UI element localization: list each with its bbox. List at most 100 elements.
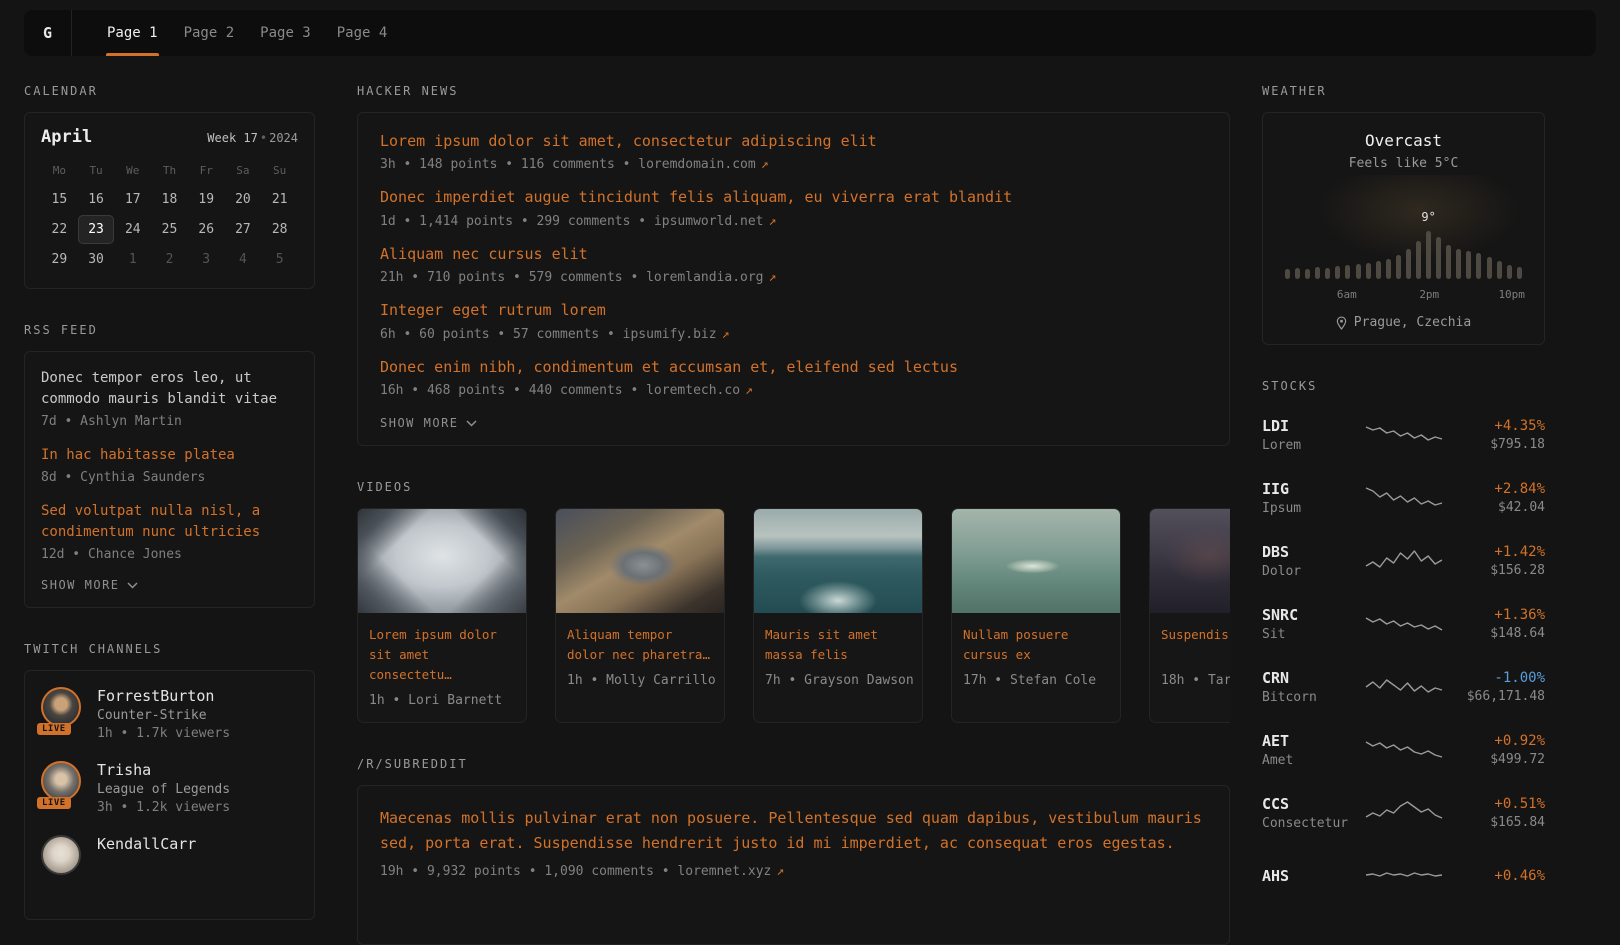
stock-row[interactable]: IIGIpsum+2.84%$42.04	[1262, 466, 1545, 529]
hackernews-item-title[interactable]: Integer eget rutrum lorem	[380, 300, 1207, 320]
video-card[interactable]: Suspendisse diam18h • Tara	[1149, 508, 1230, 723]
weather-bar	[1456, 249, 1461, 279]
calendar-widget: CALENDAR April Week 17•2024 MoTuWeThFrSa…	[24, 84, 315, 289]
twitch-channel-info: TrishaLeague of Legends3h • 1.2k viewers	[97, 761, 230, 815]
nav-tab-page-1[interactable]: Page 1	[94, 10, 171, 56]
weather-bar-column	[1406, 249, 1411, 279]
video-card[interactable]: Lorem ipsum dolor sit amet consectetu…1h…	[357, 508, 527, 723]
twitch-channel-item[interactable]: KendallCarr	[41, 835, 298, 883]
weather-bar-column	[1476, 253, 1481, 279]
stock-row[interactable]: AETAmet+0.92%$499.72	[1262, 718, 1545, 781]
nav-tab-page-2[interactable]: Page 2	[171, 10, 248, 56]
left-column: CALENDAR April Week 17•2024 MoTuWeThFrSa…	[24, 56, 315, 920]
nav-tab-page-3[interactable]: Page 3	[247, 10, 324, 56]
stock-sparkline	[1354, 735, 1453, 765]
hackernews-item-domain[interactable]: loremlandia.org	[646, 270, 763, 285]
hackernews-item-domain[interactable]: loremdomain.com	[638, 157, 755, 172]
weather-bar	[1406, 249, 1411, 279]
twitch-channel-item[interactable]: LIVEForrestBurtonCounter-Strike1h • 1.7k…	[41, 687, 298, 741]
rss-item-title[interactable]: In hac habitasse platea	[41, 445, 298, 466]
stock-sparkline-svg	[1365, 609, 1443, 639]
weather-bar	[1376, 261, 1381, 279]
weather-bar	[1507, 265, 1512, 279]
stock-row[interactable]: DBSDolor+1.42%$156.28	[1262, 529, 1545, 592]
stock-values: +1.42%$156.28	[1453, 544, 1545, 578]
video-meta: 7h • Grayson Dawson	[765, 673, 914, 688]
stock-name: Sit	[1262, 627, 1354, 642]
weather-bar-column	[1497, 261, 1502, 279]
rss-item-title[interactable]: Sed volutpat nulla nisl, a condimentum n…	[41, 501, 298, 543]
weather-bar	[1487, 257, 1492, 279]
video-thumbnail-dark-fog	[1150, 509, 1230, 613]
stock-row[interactable]: CRNBitcorn-1.00%$66,171.48	[1262, 655, 1545, 718]
hackernews-item-title[interactable]: Aliquam nec cursus elit	[380, 244, 1207, 264]
video-card[interactable]: Nullam posuere cursus ex17h • Stefan Col…	[951, 508, 1121, 723]
show-more-label: SHOW MORE	[380, 416, 459, 430]
external-link-icon: ↗	[769, 214, 777, 229]
reddit-item-title[interactable]: Maecenas mollis pulvinar erat non posuer…	[380, 806, 1207, 856]
hackernews-item-meta: 16h • 468 points • 440 comments • loremt…	[380, 382, 1207, 400]
rss-show-more-button[interactable]: SHOW MORE	[41, 578, 138, 592]
hackernews-item-title[interactable]: Donec enim nibh, condimentum et accumsan…	[380, 357, 1207, 377]
weather-location: Prague, Czechia	[1279, 315, 1528, 330]
nav-tabs: Page 1Page 2Page 3Page 4	[72, 10, 400, 56]
stock-row[interactable]: AHS+0.46%	[1262, 844, 1545, 907]
calendar-dow-label: Th	[151, 157, 188, 184]
weather-bar	[1305, 269, 1310, 279]
video-card[interactable]: Mauris sit amet massa felis 7h • Grayson …	[753, 508, 923, 723]
hackernews-item-domain[interactable]: ipsumify.biz	[623, 327, 717, 342]
stocks-widget: STOCKS LDILorem+4.35%$795.18IIGIpsum+2.8…	[1262, 379, 1545, 907]
video-title[interactable]: Mauris sit amet massa felis	[765, 625, 914, 665]
twitch-channel-item[interactable]: LIVETrishaLeague of Legends3h • 1.2k vie…	[41, 761, 298, 815]
stock-sparkline	[1354, 798, 1453, 828]
reddit-item-stats: 19h • 9,932 points • 1,090 comments •	[380, 864, 677, 879]
weather-bar-column: 9°	[1426, 231, 1431, 279]
calendar-day: 27	[225, 215, 262, 244]
weather-hour-label: 10pm	[1498, 288, 1525, 301]
weather-bar-column	[1507, 265, 1512, 279]
weather-bar	[1446, 245, 1451, 279]
weather-bar	[1386, 259, 1391, 279]
external-link-icon: ↗	[722, 327, 730, 342]
weather-bar-column	[1436, 237, 1441, 279]
hackernews-item-domain[interactable]: loremtech.co	[646, 383, 740, 398]
calendar-week-year: Week 17•2024	[207, 131, 298, 145]
stock-row[interactable]: LDILorem+4.35%$795.18	[1262, 403, 1545, 466]
stock-identity: AETAmet	[1262, 732, 1354, 768]
calendar-day: 20	[225, 185, 262, 214]
stock-row[interactable]: SNRCSit+1.36%$148.64	[1262, 592, 1545, 655]
weather-bar-column	[1487, 257, 1492, 279]
stock-sparkline	[1354, 861, 1453, 891]
rss-widget: RSS FEED Donec tempor eros leo, ut commo…	[24, 323, 315, 608]
twitch-avatar-wrap: LIVE	[41, 687, 83, 735]
hackernews-item-domain[interactable]: ipsumworld.net	[654, 214, 764, 229]
calendar-dow-label: Tu	[78, 157, 115, 184]
twitch-channel-name[interactable]: ForrestBurton	[97, 687, 230, 705]
app-logo[interactable]: G	[24, 10, 72, 56]
stock-symbol: AHS	[1262, 867, 1354, 885]
calendar-day-selected: 23	[78, 215, 115, 244]
weather-bar-column	[1305, 269, 1310, 279]
twitch-channel-name[interactable]: Trisha	[97, 761, 230, 779]
twitch-channel-name[interactable]: KendallCarr	[97, 835, 196, 853]
video-title[interactable]: Aliquam tempor dolor nec pharetra…	[567, 625, 716, 665]
rss-item-title[interactable]: Donec tempor eros leo, ut commodo mauris…	[41, 368, 298, 410]
hackernews-item-title[interactable]: Lorem ipsum dolor sit amet, consectetur …	[380, 131, 1207, 151]
weather-widget-label: WEATHER	[1262, 84, 1545, 98]
video-title[interactable]: Lorem ipsum dolor sit amet consectetu…	[369, 625, 518, 685]
twitch-widget: TWITCH CHANNELS LIVEForrestBurtonCounter…	[24, 642, 315, 920]
video-title[interactable]: Suspendisse diam	[1161, 625, 1230, 665]
video-title[interactable]: Nullam posuere cursus ex	[963, 625, 1112, 665]
stock-identity: SNRCSit	[1262, 606, 1354, 642]
weather-bar	[1436, 237, 1441, 279]
nav-tab-page-4[interactable]: Page 4	[324, 10, 401, 56]
weather-bar	[1285, 269, 1290, 279]
weather-bar-column	[1366, 263, 1371, 279]
hackernews-show-more-button[interactable]: SHOW MORE	[380, 416, 477, 430]
hackernews-item-title[interactable]: Donec imperdiet augue tincidunt felis al…	[380, 187, 1207, 207]
calendar-day: 17	[114, 185, 151, 214]
video-card[interactable]: Aliquam tempor dolor nec pharetra…1h • M…	[555, 508, 725, 723]
stock-row[interactable]: CCSConsectetur+0.51%$165.84	[1262, 781, 1545, 844]
weather-bar	[1315, 267, 1320, 279]
reddit-item-domain[interactable]: loremnet.xyz	[677, 864, 771, 879]
